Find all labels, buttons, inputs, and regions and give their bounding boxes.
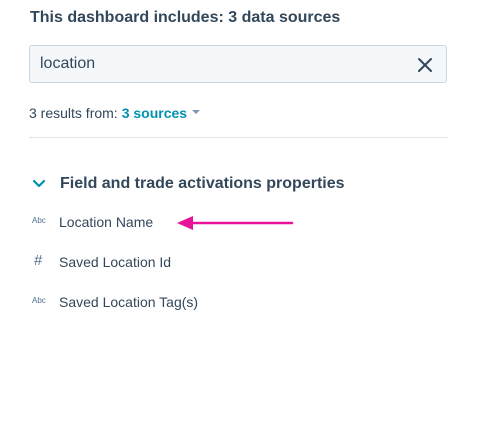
results-summary: 3 results from: 3 sources [29,105,201,121]
caret-down-icon [192,110,201,115]
text-type-icon: Abc [32,296,46,305]
dashboard-data-sources-title: This dashboard includes: 3 data sources [30,9,341,26]
property-label: Location Name [59,214,154,230]
sources-link-label: 3 sources [121,105,188,121]
chevron-down-icon [32,177,46,191]
results-count-text: 3 results from: [29,105,118,121]
divider [29,137,448,138]
search-field[interactable] [29,45,447,83]
property-group-title: Field and trade activations properties [60,175,345,192]
property-label: Saved Location Id [59,254,172,270]
annotation-arrow-icon [177,216,294,230]
number-type-icon: # [34,252,43,269]
search-input[interactable] [40,46,400,82]
property-label: Saved Location Tag(s) [59,294,199,310]
sources-dropdown-link[interactable]: 3 sources [121,105,201,121]
close-icon[interactable] [416,56,434,74]
text-type-icon: Abc [32,216,46,225]
